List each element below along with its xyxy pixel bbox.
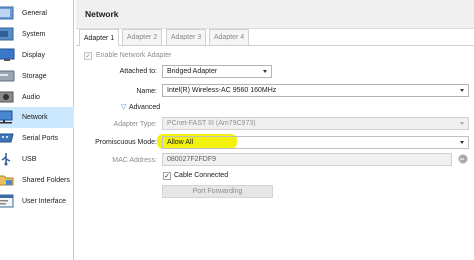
cable-connected-checkbox[interactable]: ✓ — [163, 172, 171, 180]
mac-address-input[interactable]: 080027F2FDF9 — [162, 153, 452, 166]
audio-icon — [0, 90, 16, 104]
sidebar-item-storage[interactable]: Storage — [0, 66, 74, 87]
chevron-down-icon — [460, 89, 464, 92]
network-icon — [0, 110, 16, 124]
tab-adapter-3[interactable]: Adapter 3 — [166, 29, 206, 45]
usb-icon — [0, 152, 16, 166]
mac-address-label: MAC Address: — [112, 157, 157, 164]
chevron-down-icon — [263, 70, 267, 73]
settings-sidebar: General System Display Storage Audio Net… — [0, 0, 74, 260]
promiscuous-mode-select[interactable]: Allow All — [162, 136, 469, 149]
promiscuous-mode-label: Promiscuous Mode: — [95, 139, 157, 146]
system-icon — [0, 27, 16, 41]
sidebar-item-network[interactable]: Network — [0, 107, 74, 128]
cable-connected-label: Cable Connected — [174, 172, 229, 179]
enable-adapter-checkbox[interactable]: ✓ — [84, 52, 92, 60]
chevron-down-icon — [460, 141, 464, 144]
attached-to-value: Bridged Adapter — [167, 68, 218, 75]
sidebar-item-audio[interactable]: Audio — [0, 87, 74, 108]
chevron-down-icon[interactable]: ▽ — [121, 103, 126, 111]
tab-divider — [76, 45, 474, 46]
storage-icon — [0, 69, 16, 83]
general-icon — [0, 6, 16, 20]
sidebar-item-general[interactable]: General — [0, 3, 74, 24]
advanced-toggle[interactable]: Advanced — [129, 104, 160, 111]
tab-adapter-2[interactable]: Adapter 2 — [122, 29, 162, 45]
tab-adapter-1[interactable]: Adapter 1 — [79, 29, 119, 46]
attached-to-label: Attached to: — [119, 68, 157, 75]
user-interface-icon — [0, 194, 16, 208]
enable-adapter-label: Enable Network Adapter — [96, 52, 172, 59]
name-label: Name: — [136, 88, 157, 95]
sidebar-item-display[interactable]: Display — [0, 45, 74, 66]
shared-folders-icon — [0, 173, 16, 187]
chevron-down-icon — [460, 122, 464, 125]
tab-adapter-4[interactable]: Adapter 4 — [209, 29, 249, 45]
adapter-type-select[interactable]: PCnet-FAST III (Am79C973) — [162, 117, 469, 130]
adapter-type-value: PCnet-FAST III (Am79C973) — [167, 120, 256, 127]
display-icon — [0, 48, 16, 62]
page-title: Network — [85, 9, 119, 19]
sidebar-item-shared-folders[interactable]: Shared Folders — [0, 170, 74, 191]
promiscuous-mode-value: Allow All — [167, 139, 194, 146]
serial-ports-icon — [0, 131, 16, 145]
sidebar-item-user-interface[interactable]: User Interface — [0, 191, 74, 212]
adapter-name-select[interactable]: Intel(R) Wireless-AC 9560 160MHz — [162, 84, 469, 97]
sidebar-item-system[interactable]: System — [0, 24, 74, 45]
refresh-mac-icon[interactable] — [458, 154, 468, 164]
sidebar-item-usb[interactable]: USB — [0, 149, 74, 170]
attached-to-select[interactable]: Bridged Adapter — [162, 65, 272, 78]
page-header: Network — [76, 0, 474, 29]
adapter-name-value: Intel(R) Wireless-AC 9560 160MHz — [167, 87, 277, 94]
mac-address-value: 080027F2FDF9 — [167, 156, 217, 163]
port-forwarding-button[interactable]: Port Forwarding — [162, 185, 273, 198]
adapter-type-label: Adapter Type: — [113, 121, 157, 128]
sidebar-item-serial-ports[interactable]: Serial Ports — [0, 128, 74, 149]
